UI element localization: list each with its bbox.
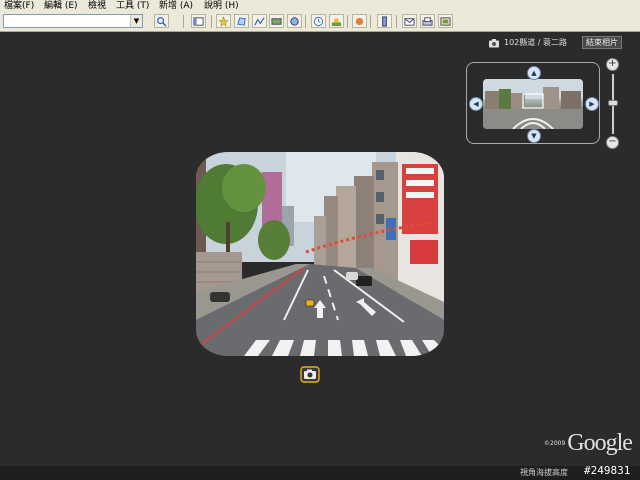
zoom-in-icon[interactable]: +: [606, 58, 619, 71]
camera-icon: [489, 38, 499, 47]
toolbar-separator: [305, 15, 306, 28]
menu-file[interactable]: 檔案(F): [4, 0, 34, 13]
save-image-icon: [440, 16, 451, 26]
street-view-navigator: ▲ ▼ ◀ ▶: [466, 62, 600, 144]
zoom-thumb[interactable]: [608, 100, 618, 106]
menu-tools[interactable]: 工具 (T): [116, 0, 149, 13]
add-image-overlay-button[interactable]: [269, 14, 284, 28]
zoom-out-icon[interactable]: −: [606, 136, 619, 149]
navigator-panorama-preview[interactable]: [483, 79, 583, 129]
toolbar-separator: [370, 15, 371, 28]
print-button[interactable]: [420, 14, 435, 28]
email-button[interactable]: [402, 14, 417, 28]
record-tour-button[interactable]: [287, 14, 302, 28]
path-icon: [254, 17, 265, 25]
toolbar-separator: [396, 15, 397, 28]
menu-add[interactable]: 新增 (A): [159, 0, 193, 13]
search-input[interactable]: ▼: [3, 14, 143, 28]
tour-icon: [290, 16, 299, 26]
ruler-icon: [382, 15, 387, 27]
post-number: #249831: [584, 464, 631, 477]
photo-location-info: 102縣道 / 蓑二路: [488, 37, 567, 49]
save-image-button[interactable]: [438, 14, 453, 28]
nav-up-arrow-icon[interactable]: ▲: [527, 66, 541, 80]
image-overlay-icon: [271, 17, 282, 25]
polygon-icon: [237, 16, 246, 26]
altitude-label: 視角海拔高度: [520, 468, 568, 477]
photo-camera-icon[interactable]: [300, 366, 320, 383]
placemark-icon: [218, 15, 229, 27]
chevron-down-icon[interactable]: ▼: [130, 15, 142, 27]
historical-imagery-button[interactable]: [311, 14, 326, 28]
location-label: 102縣道 / 蓑二路: [504, 38, 568, 47]
status-bar: 視角海拔高度: [0, 466, 640, 480]
add-placemark-button[interactable]: [216, 14, 231, 28]
ruler-button[interactable]: [377, 14, 392, 28]
email-icon: [404, 17, 415, 26]
google-logo-text: Google: [567, 430, 633, 456]
nav-left-arrow-icon[interactable]: ◀: [469, 97, 483, 111]
planets-button[interactable]: [352, 14, 367, 28]
menu-bar: 檔案(F) 編輯 (E) 檢視 工具 (T) 新增 (A) 說明 (H): [0, 0, 640, 13]
historical-imagery-icon: [313, 16, 324, 26]
add-polygon-button[interactable]: [234, 14, 249, 28]
toolbar-separator: [211, 15, 212, 28]
search-icon: [157, 16, 167, 27]
toolbar-separator: [183, 15, 184, 28]
menu-edit[interactable]: 編輯 (E): [44, 0, 78, 13]
street-view-photo[interactable]: [196, 152, 444, 356]
google-logo: ©2009Google: [544, 430, 633, 457]
add-path-button[interactable]: [252, 14, 267, 28]
search-button[interactable]: [154, 14, 169, 28]
exit-photo-button[interactable]: 結束相片: [582, 36, 622, 49]
sidebar-toggle-button[interactable]: [191, 14, 206, 28]
sun-icon: [331, 17, 342, 26]
sidebar-icon: [193, 16, 204, 26]
menu-help[interactable]: 說明 (H): [204, 0, 239, 13]
menu-view[interactable]: 檢視: [88, 0, 106, 13]
copyright-year: ©2009: [544, 440, 566, 447]
sunlight-button[interactable]: [329, 14, 344, 28]
toolbar: ▼: [0, 13, 640, 32]
nav-right-arrow-icon[interactable]: ▶: [585, 97, 599, 111]
toolbar-separator: [347, 15, 348, 28]
planets-icon: [355, 17, 364, 25]
nav-down-arrow-icon[interactable]: ▼: [527, 129, 541, 143]
print-icon: [422, 16, 433, 26]
zoom-slider[interactable]: + −: [606, 58, 620, 150]
